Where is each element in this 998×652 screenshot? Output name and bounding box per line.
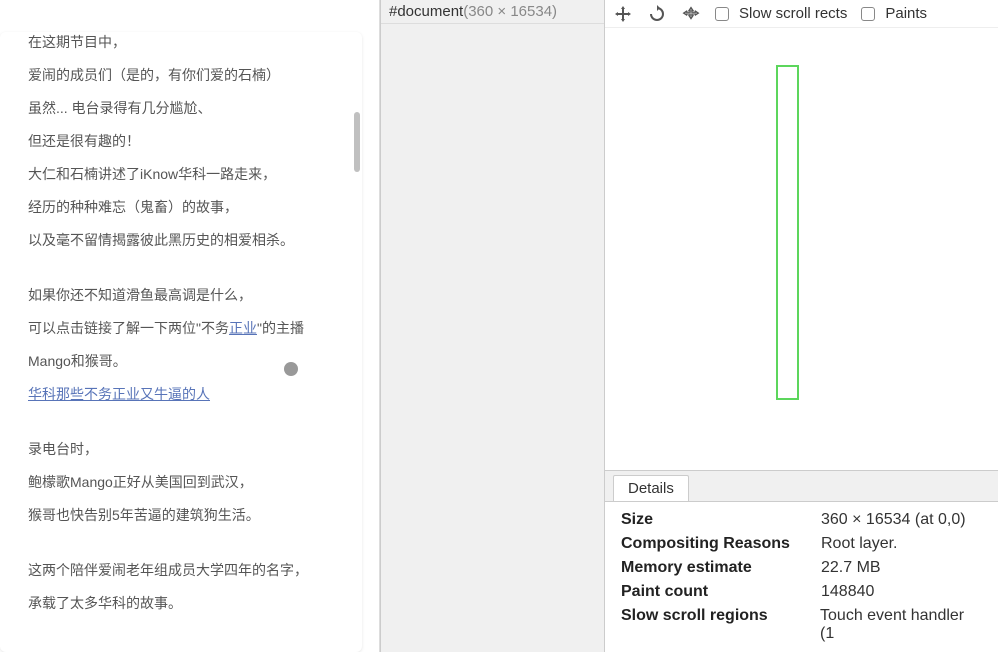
text-line: 如果你还不知道滑鱼最高调是什么，	[28, 285, 334, 306]
tab-row: Details	[605, 471, 998, 502]
paints-checkbox-wrap[interactable]: Paints	[861, 5, 927, 22]
text-line: 以及毫不留情揭露彼此黑历史的相爱相杀。	[28, 230, 334, 251]
detail-row-compositing: Compositing Reasons Root layer.	[621, 532, 982, 556]
text-line: 在这期节目中，	[28, 32, 334, 53]
text-fragment: "的主播	[257, 320, 304, 336]
doc-name: #document	[389, 3, 463, 20]
tree-panel: #document(360 × 16534)	[380, 0, 605, 652]
text-line: 经历的种种难忘（鬼畜）的故事，	[28, 197, 334, 218]
text-line: 虽然... 电台录得有几分尴尬、	[28, 98, 334, 119]
detail-value: Root layer.	[821, 535, 897, 553]
text-line: 这两个陪伴爱闹老年组成员大学四年的名字，	[28, 560, 334, 581]
detail-row-paintcount: Paint count 148840	[621, 580, 982, 604]
slow-scroll-label: Slow scroll rects	[739, 5, 847, 22]
detail-label: Slow scroll regions	[621, 607, 820, 643]
scrollbar-thumb[interactable]	[354, 112, 360, 172]
layer-visualization[interactable]: Details Size 360 × 16534 (at 0,0) Compos…	[605, 28, 998, 652]
content-scroll[interactable]: 在这期节目中， 爱闹的成员们（是的，有你们爱的石楠） 虽然... 电台录得有几分…	[0, 32, 362, 652]
text-line: 爱闹的成员们（是的，有你们爱的石楠）	[28, 65, 334, 86]
dot-indicator	[284, 362, 298, 376]
detail-label: Size	[621, 511, 821, 529]
detail-row-memory: Memory estimate 22.7 MB	[621, 556, 982, 580]
text-fragment: 可以点击链接了解一下两位"不务	[28, 320, 229, 336]
reset-icon[interactable]	[681, 4, 701, 24]
tab-details[interactable]: Details	[613, 475, 689, 501]
text-line: 录电台时，	[28, 439, 334, 460]
slow-scroll-checkbox-wrap[interactable]: Slow scroll rects	[715, 5, 847, 22]
inline-link[interactable]: 正业	[229, 320, 257, 336]
details-section: Details Size 360 × 16534 (at 0,0) Compos…	[605, 470, 998, 652]
text-line: 承载了太多华科的故事。	[28, 593, 334, 614]
layers-toolbar: Slow scroll rects Paints	[605, 0, 998, 28]
text-line: 但还是很有趣的！	[28, 131, 334, 152]
rotate-icon[interactable]	[647, 4, 667, 24]
detail-value: 148840	[821, 583, 874, 601]
doc-dimensions: (360 × 16534)	[463, 3, 557, 20]
pan-icon[interactable]	[613, 4, 633, 24]
checkbox-icon[interactable]	[861, 7, 875, 21]
details-table: Size 360 × 16534 (at 0,0) Compositing Re…	[605, 502, 998, 652]
layers-panel: Slow scroll rects Paints Details Size 36…	[605, 0, 998, 652]
document-node[interactable]: #document(360 × 16534)	[381, 0, 604, 24]
text-line: 猴哥也快告别5年苦逼的建筑狗生活。	[28, 505, 334, 526]
detail-row-size: Size 360 × 16534 (at 0,0)	[621, 508, 982, 532]
content-panel: 在这期节目中， 爱闹的成员们（是的，有你们爱的石楠） 虽然... 电台录得有几分…	[0, 0, 380, 652]
detail-value: Touch event handler (1	[820, 607, 982, 643]
detail-label: Compositing Reasons	[621, 535, 821, 553]
article-content: 在这期节目中， 爱闹的成员们（是的，有你们爱的石楠） 虽然... 电台录得有几分…	[0, 32, 362, 614]
text-line: 鲍檬歌Mango正好从美国回到武汉，	[28, 472, 334, 493]
detail-value: 360 × 16534 (at 0,0)	[821, 511, 966, 529]
paints-label: Paints	[885, 5, 927, 22]
detail-value: 22.7 MB	[821, 559, 881, 577]
layer-rect[interactable]	[776, 65, 799, 400]
article-link[interactable]: 华科那些不务正业又牛逼的人	[28, 386, 210, 402]
checkbox-icon[interactable]	[715, 7, 729, 21]
detail-label: Memory estimate	[621, 559, 821, 577]
text-line: 大仁和石楠讲述了iKnow华科一路走来，	[28, 164, 334, 185]
detail-row-slowscroll: Slow scroll regions Touch event handler …	[621, 604, 982, 646]
detail-label: Paint count	[621, 583, 821, 601]
text-line: 可以点击链接了解一下两位"不务正业"的主播	[28, 318, 334, 339]
